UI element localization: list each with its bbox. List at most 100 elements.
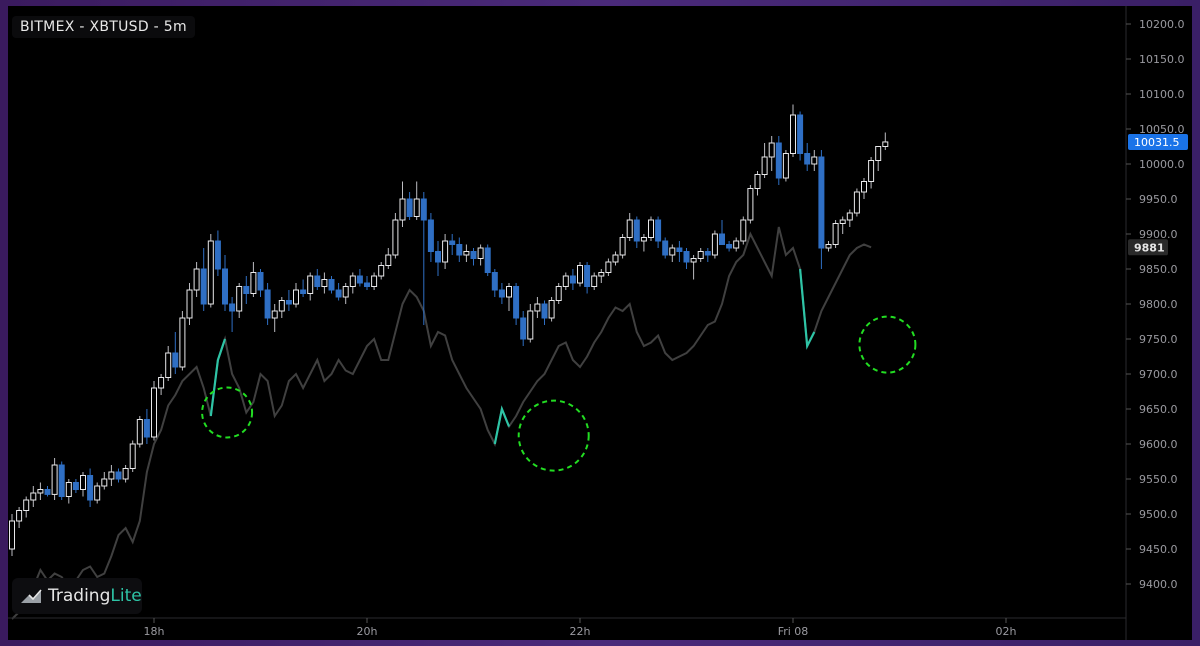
candlestick-chart[interactable]: 9400.0 9450.0 9500.0 9550.0 9600.0 9650.0 9700… <box>8 6 1192 640</box>
candle-body <box>463 251 470 256</box>
candle-body <box>534 303 541 312</box>
chart-area[interactable]: 9400.0 9450.0 9500.0 9550.0 9600.0 9650.0 9700… <box>8 6 1192 640</box>
candle-body <box>264 289 271 319</box>
candle <box>775 136 782 185</box>
candle-body <box>648 219 654 238</box>
price-tick-label: 10150.0 <box>1139 53 1185 66</box>
candle-body <box>513 286 520 319</box>
candle-body <box>186 289 193 319</box>
candle <box>491 269 498 297</box>
candle <box>832 220 839 248</box>
candle <box>754 171 761 196</box>
candle <box>44 486 51 497</box>
candle <box>719 220 725 245</box>
candle <box>136 416 143 448</box>
candle <box>58 461 65 500</box>
price-tick-label: 9850.0 <box>1139 263 1178 276</box>
candle <box>463 244 470 262</box>
candle-body <box>427 219 434 252</box>
candle <box>740 216 747 245</box>
candle <box>577 262 583 287</box>
candle-body <box>498 289 505 298</box>
candle <box>172 332 179 374</box>
candle <box>413 181 420 220</box>
candle <box>498 283 505 304</box>
candle-body <box>406 198 413 217</box>
candle <box>655 216 662 248</box>
candle-body <box>158 377 165 389</box>
candle <box>506 283 512 311</box>
candle-body <box>129 443 136 469</box>
candle-body <box>655 219 662 242</box>
candle-body <box>633 219 640 242</box>
price-tick-label: 9750.0 <box>1139 333 1178 346</box>
candle-body <box>797 114 804 154</box>
candle <box>626 213 633 241</box>
candle <box>94 482 101 504</box>
candle-body <box>704 251 711 256</box>
candle <box>782 150 789 182</box>
candle <box>186 283 193 325</box>
candle <box>619 234 626 259</box>
candle-body <box>882 141 889 147</box>
price-tick-label: 10000.0 <box>1139 158 1185 171</box>
candle-body <box>37 489 44 494</box>
candle <box>435 241 441 276</box>
candle-body <box>285 300 292 305</box>
candle-body <box>804 153 811 165</box>
price-tick-label: 10200.0 <box>1139 18 1185 31</box>
candle <box>875 146 882 171</box>
candle <box>285 290 292 311</box>
candle-body <box>257 272 264 291</box>
candle-body <box>293 289 299 305</box>
candle <box>264 283 271 325</box>
candle-body <box>314 275 321 287</box>
candle <box>768 136 775 171</box>
candles-layer <box>9 104 889 556</box>
candle <box>591 272 598 290</box>
candle <box>101 472 108 490</box>
candle-body <box>151 387 157 438</box>
candle-body <box>548 300 555 319</box>
candle <box>804 143 811 171</box>
candle <box>399 181 406 227</box>
price-tick-label: 9900.0 <box>1139 228 1178 241</box>
candle <box>548 297 555 322</box>
candle-body <box>790 114 796 154</box>
candle <box>151 381 157 441</box>
price-axis[interactable]: 9400.0 9450.0 9500.0 9550.0 9600.0 9650.0 9700… <box>1125 6 1188 640</box>
candle-body <box>690 258 697 263</box>
last-price-label: 10031.5 <box>1134 136 1180 149</box>
candle-body <box>356 275 363 284</box>
candle <box>250 262 257 297</box>
candle <box>257 269 264 297</box>
candle-body <box>605 261 612 273</box>
candle-body <box>378 265 385 277</box>
candle <box>72 479 79 493</box>
candle-body <box>818 156 825 249</box>
candle-body <box>435 251 441 263</box>
candle-body <box>577 265 583 284</box>
candle <box>513 283 520 325</box>
candle-body <box>839 219 846 224</box>
candle-body <box>697 251 704 259</box>
candle <box>51 458 58 500</box>
candle-body <box>591 275 598 287</box>
candle-body <box>761 156 768 175</box>
candle-body <box>122 468 129 480</box>
candle-body <box>101 478 108 487</box>
candle-body <box>520 317 527 340</box>
candle-body <box>115 471 122 480</box>
candle <box>811 150 818 171</box>
candle-body <box>413 198 420 217</box>
highlight-circle-3 <box>858 315 917 374</box>
candle <box>697 248 704 262</box>
candle <box>704 248 711 262</box>
candle <box>534 297 541 318</box>
time-tick-label: 02h <box>996 625 1017 638</box>
candle <box>640 234 647 252</box>
time-axis[interactable]: 18h 20h 22h Fri 08 02h <box>8 617 1126 638</box>
candle-body <box>662 240 669 256</box>
candle-body <box>44 489 51 495</box>
price-tick-label: 9550.0 <box>1139 473 1178 486</box>
